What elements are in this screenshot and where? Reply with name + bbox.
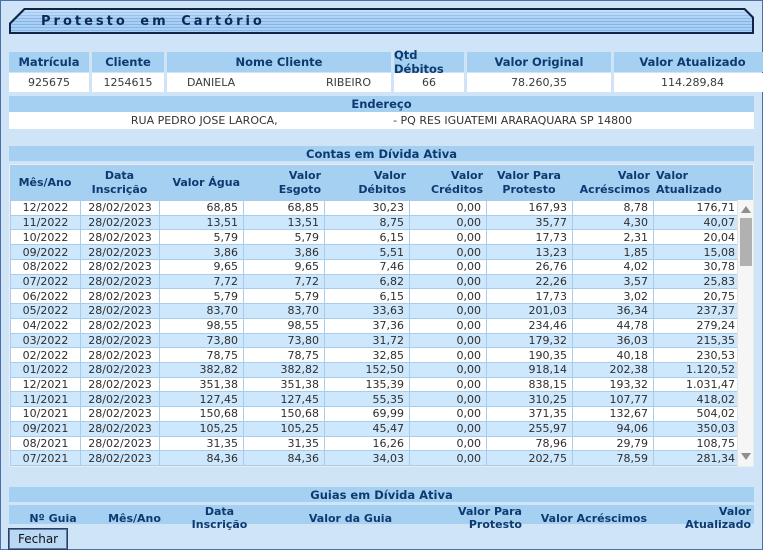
- page-title: Protesto em Cartório: [41, 14, 265, 29]
- table-row: 10/2021 28/02/2023 150,68 150,68 69,99 0…: [10, 407, 741, 422]
- table-row: 07/2021 28/02/2023 84,36 84,36 34,03 0,0…: [10, 451, 741, 466]
- contas-table: Mês/Ano Data Inscrição Valor Água Valor …: [9, 164, 754, 467]
- nome-cliente-value: DANIELA RIBEIRO: [167, 73, 391, 92]
- contas-table-header: Mês/Ano Data Inscrição Valor Água Valor …: [10, 165, 753, 200]
- contas-col-valor-creditos: Valor Créditos: [409, 169, 486, 195]
- table-row: 11/2022 28/02/2023 13,51 13,51 8,75 0,00…: [10, 216, 741, 231]
- table-row: 12/2022 28/02/2023 68,85 68,85 30,23 0,0…: [10, 201, 741, 216]
- col-matricula: Matrícula: [9, 52, 89, 72]
- contas-col-valor-para-protesto: Valor Para Protesto: [486, 169, 572, 195]
- protesto-window: Protesto em Cartório Matrícula Cliente N…: [9, 8, 754, 549]
- guias-col-valor-acrescimos: Valor Acréscimos: [527, 512, 652, 525]
- contas-col-valor-debitos: Valor Débitos: [324, 169, 409, 195]
- guias-col-n-guia: Nº Guia: [9, 512, 97, 525]
- table-row: 06/2022 28/02/2023 5,79 5,79 6,15 0,00 1…: [10, 289, 741, 304]
- scroll-down-icon[interactable]: [741, 453, 751, 460]
- guias-col-mes-ano: Mês/Ano: [97, 512, 172, 525]
- title-bar-stripes: Protesto em Cartório: [11, 10, 752, 32]
- matricula-value: 925675: [9, 73, 89, 92]
- scroll-up-icon[interactable]: [741, 206, 751, 213]
- contas-col-valor-agua: Valor Água: [159, 176, 243, 189]
- guias-section-title: Guias em Dívida Ativa: [9, 487, 754, 502]
- col-valor-original: Valor Original: [467, 52, 611, 72]
- table-row: 08/2022 28/02/2023 9,65 9,65 7,46 0,00 2…: [10, 260, 741, 275]
- table-row: 11/2021 28/02/2023 127,45 127,45 55,35 0…: [10, 392, 741, 407]
- table-row: 05/2022 28/02/2023 83,70 83,70 33,63 0,0…: [10, 304, 741, 319]
- contas-section-title: Contas em Dívida Ativa: [9, 146, 754, 161]
- table-row: 09/2021 28/02/2023 105,25 105,25 45,47 0…: [10, 422, 741, 437]
- table-row: 01/2022 28/02/2023 382,82 382,82 152,50 …: [10, 363, 741, 378]
- guias-col-valor-para-protesto: Valor Para Protesto: [397, 505, 527, 531]
- table-row: 12/2021 28/02/2023 351,38 351,38 135,39 …: [10, 378, 741, 393]
- title-bar: Protesto em Cartório: [9, 8, 754, 34]
- fechar-button[interactable]: Fechar: [9, 529, 67, 549]
- client-summary-row: 925675 1254615 DANIELA RIBEIRO 66 78.260…: [9, 73, 754, 92]
- client-summary-header: Matrícula Cliente Nome Cliente Qtd Débit…: [9, 52, 754, 72]
- contas-col-valor-esgoto: Valor Esgoto: [243, 169, 324, 195]
- table-row: 07/2022 28/02/2023 7,72 7,72 6,82 0,00 2…: [10, 275, 741, 290]
- guias-col-valor-atualizado: Valor Atualizado: [652, 505, 756, 531]
- col-nome-cliente: Nome Cliente: [167, 52, 391, 72]
- contas-col-valor-acrescimos: Valor Acréscimos: [572, 169, 653, 195]
- contas-body: 12/2022 28/02/2023 68,85 68,85 30,23 0,0…: [10, 200, 737, 466]
- contas-col-data-inscricao: Data Inscrição: [80, 169, 159, 195]
- scrollbar-thumb[interactable]: [740, 218, 752, 266]
- endereco-value: RUA PEDRO JOSE LAROCA, - PQ RES IGUATEMI…: [9, 112, 754, 129]
- valor-atualizado-value: 114.289,84: [614, 73, 763, 92]
- qtd-debitos-value: 66: [394, 73, 464, 92]
- contas-col-valor-atualizado: Valor Atualizado: [653, 169, 755, 195]
- vertical-scrollbar[interactable]: [737, 200, 753, 466]
- contas-col-mes-ano: Mês/Ano: [10, 176, 80, 189]
- guias-col-data-inscricao: Data Inscrição: [172, 505, 267, 531]
- guias-col-valor-da-guia: Valor da Guia: [267, 512, 397, 525]
- table-row: 10/2022 28/02/2023 5,79 5,79 6,15 0,00 1…: [10, 230, 741, 245]
- col-qtd-debitos: Qtd Débitos: [394, 52, 464, 72]
- cliente-value: 1254615: [92, 73, 164, 92]
- table-row: 04/2022 28/02/2023 98,55 98,55 37,36 0,0…: [10, 319, 741, 334]
- table-row: 03/2022 28/02/2023 73,80 73,80 31,72 0,0…: [10, 334, 741, 349]
- valor-original-value: 78.260,35: [467, 73, 611, 92]
- table-row: 02/2022 28/02/2023 78,75 78,75 32,85 0,0…: [10, 348, 741, 363]
- col-cliente: Cliente: [92, 52, 164, 72]
- guias-table-header: Nº Guia Mês/Ano Data Inscrição Valor da …: [9, 505, 754, 524]
- table-row: 09/2022 28/02/2023 3,86 3,86 5,51 0,00 1…: [10, 245, 741, 260]
- col-valor-atualizado: Valor Atualizado: [614, 52, 763, 72]
- table-row: 08/2021 28/02/2023 31,35 31,35 16,26 0,0…: [10, 437, 741, 452]
- endereco-bar: Endereço: [9, 96, 754, 112]
